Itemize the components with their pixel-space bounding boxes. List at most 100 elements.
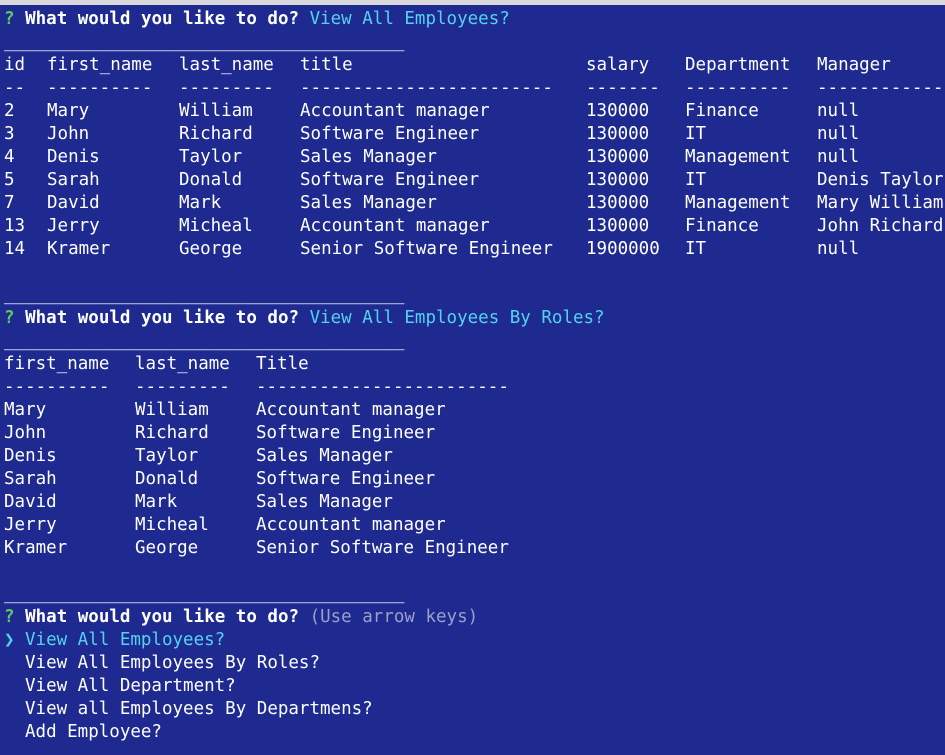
separator: ______________________________________ bbox=[4, 331, 405, 351]
table-row: Mary William Accountant manager bbox=[0, 399, 945, 422]
header-department: Department bbox=[685, 55, 791, 75]
table-row: Sarah Donald Software Engineer bbox=[0, 468, 945, 491]
cell-first-name: David bbox=[4, 492, 57, 512]
header-title: Title bbox=[256, 354, 309, 374]
cell-last-name: George bbox=[179, 239, 243, 259]
dash-id: -- bbox=[4, 78, 26, 98]
cell-first-name: David bbox=[47, 193, 100, 213]
cell-first-name: Sarah bbox=[47, 170, 100, 190]
cell-department: IT bbox=[685, 239, 707, 259]
cell-title: Accountant manager bbox=[256, 400, 446, 420]
table-row: 14 Kramer George Senior Software Engineer 19… bbox=[0, 238, 945, 261]
dash-last-name: --------- bbox=[179, 78, 274, 98]
cell-last-name: Donald bbox=[135, 469, 199, 489]
header-id: id bbox=[4, 55, 26, 75]
cell-first-name: Jerry bbox=[47, 216, 100, 236]
cell-last-name: Taylor bbox=[135, 446, 199, 466]
cell-title: Senior Software Engineer bbox=[300, 239, 553, 259]
cell-first-name: Kramer bbox=[47, 239, 111, 259]
cell-last-name: Micheal bbox=[179, 216, 253, 236]
prompt-line-2: ? What would you like to do? View All Em… bbox=[4, 307, 605, 330]
cell-title: Senior Software Engineer bbox=[256, 538, 509, 558]
cell-manager: null bbox=[817, 147, 860, 167]
cell-title: Sales Manager bbox=[256, 492, 393, 512]
table-dash-row: ----------------------------------------… bbox=[0, 376, 945, 399]
cell-first-name: Denis bbox=[47, 147, 100, 167]
cell-title: Software Engineer bbox=[300, 124, 480, 144]
menu-option-label: View All Employees? bbox=[25, 630, 226, 650]
cell-salary: 130000 bbox=[586, 216, 650, 236]
cell-salary: 130000 bbox=[586, 193, 650, 213]
cell-id: 4 bbox=[4, 147, 15, 167]
cell-salary: 130000 bbox=[586, 101, 650, 121]
menu-option-label: Add Employee? bbox=[25, 722, 162, 742]
header-last-name: last_name bbox=[179, 55, 274, 75]
cell-department: Finance bbox=[685, 216, 759, 236]
cell-title: Accountant manager bbox=[300, 101, 490, 121]
cell-last-name: Richard bbox=[179, 124, 253, 144]
header-manager: Manager bbox=[817, 55, 891, 75]
cell-id: 2 bbox=[4, 101, 15, 121]
cell-last-name: William bbox=[135, 400, 209, 420]
cell-first-name: Mary bbox=[47, 101, 90, 121]
header-salary: salary bbox=[586, 55, 650, 75]
cell-first-name: Denis bbox=[4, 446, 57, 466]
dash-title: ------------------------ bbox=[256, 377, 509, 397]
cell-title: Accountant manager bbox=[256, 515, 446, 535]
prompt-answer: View All Employees By Roles? bbox=[309, 308, 605, 328]
cell-last-name: Micheal bbox=[135, 515, 209, 535]
cell-manager: Denis Taylor bbox=[817, 170, 944, 190]
cell-last-name: Mark bbox=[135, 492, 178, 512]
dash-department: ---------- bbox=[685, 78, 791, 98]
cell-first-name: Mary bbox=[4, 400, 47, 420]
dash-title: ------------------------ bbox=[300, 78, 553, 98]
cell-first-name: John bbox=[4, 423, 47, 443]
table-dash-row: ----------------------------------------… bbox=[0, 77, 945, 100]
prompt-answer: View All Employees? bbox=[309, 9, 510, 29]
cell-title: Sales Manager bbox=[256, 446, 393, 466]
dash-first-name: ---------- bbox=[47, 78, 153, 98]
cell-last-name: Richard bbox=[135, 423, 209, 443]
cell-id: 13 bbox=[4, 216, 26, 236]
table-row: Kramer George Senior Software Engineer bbox=[0, 537, 945, 560]
cell-id: 7 bbox=[4, 193, 15, 213]
header-first-name: first_name bbox=[47, 55, 153, 75]
cell-title: Accountant manager bbox=[300, 216, 490, 236]
separator: ______________________________________ bbox=[4, 584, 405, 604]
cell-manager: Mary William bbox=[817, 193, 944, 213]
prompt-mark: ? bbox=[4, 308, 15, 328]
dash-manager: ------------ bbox=[817, 78, 944, 98]
cell-department: IT bbox=[685, 124, 707, 144]
cell-last-name: George bbox=[135, 538, 199, 558]
cell-department: Management bbox=[685, 147, 791, 167]
dash-salary: ------- bbox=[586, 78, 660, 98]
cell-last-name: William bbox=[179, 101, 253, 121]
cell-title: Software Engineer bbox=[300, 170, 480, 190]
cell-department: Management bbox=[685, 193, 791, 213]
cell-title: Software Engineer bbox=[256, 469, 436, 489]
table-row: 4 Denis Taylor Sales Manager 130000 Managemen… bbox=[0, 146, 945, 169]
cursor-chevron-icon: ❯ bbox=[4, 630, 15, 650]
prompt-hint: (Use arrow keys) bbox=[309, 607, 479, 627]
cell-department: Finance bbox=[685, 101, 759, 121]
cell-id: 3 bbox=[4, 124, 15, 144]
menu-option-label: View All Department? bbox=[25, 676, 236, 696]
table-row: 13 Jerry Micheal Accountant manager 130000 Fi… bbox=[0, 215, 945, 238]
dash-last-name: --------- bbox=[135, 377, 230, 397]
header-title: title bbox=[300, 55, 353, 75]
table-row: David Mark Sales Manager bbox=[0, 491, 945, 514]
separator: ______________________________________ bbox=[4, 32, 405, 52]
cell-first-name: Kramer bbox=[4, 538, 68, 558]
cell-department: IT bbox=[685, 170, 707, 190]
prompt-question: What would you like to do? bbox=[25, 308, 300, 328]
table-row: Jerry Micheal Accountant manager bbox=[0, 514, 945, 537]
table-header-row: first_name last_name Title bbox=[0, 353, 945, 376]
cell-last-name: Donald bbox=[179, 170, 243, 190]
prompt-question: What would you like to do? bbox=[25, 9, 300, 29]
cell-manager: null bbox=[817, 239, 860, 259]
table-row: 5 Sarah Donald Software Engineer 130000 IT Den… bbox=[0, 169, 945, 192]
table-row: John Richard Software Engineer bbox=[0, 422, 945, 445]
prompt-line-1: ? What would you like to do? View All Em… bbox=[4, 8, 510, 31]
separator: ______________________________________ bbox=[4, 285, 405, 305]
table-row: Denis Taylor Sales Manager bbox=[0, 445, 945, 468]
